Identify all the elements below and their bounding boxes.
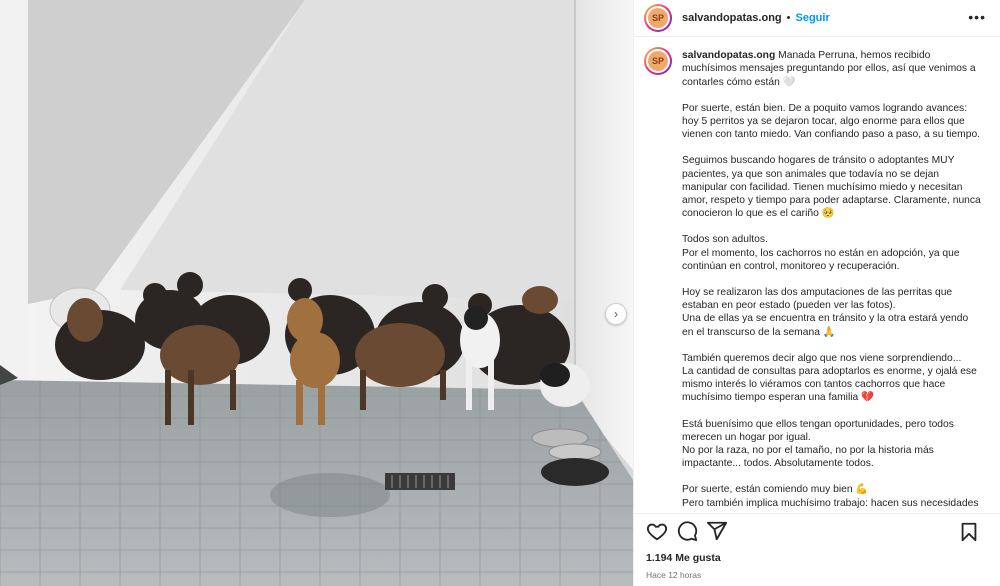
chevron-right-icon: › (614, 307, 618, 321)
next-photo-button[interactable]: › (605, 303, 627, 325)
caption-paragraph: salvandopatas.ong Manada Perruna, hemos … (682, 49, 982, 89)
instagram-post: › SP salvandopatas.ong • Seguir ••• SP s… (0, 0, 1000, 586)
bookmark-icon[interactable] (958, 521, 980, 543)
post-side-panel: SP salvandopatas.ong • Seguir ••• SP sal… (633, 0, 1000, 586)
caption-paragraph: Está buenísimo que ellos tengan oportuni… (682, 418, 954, 470)
caption-paragraph: Por suerte, están comiendo muy bien 💪 Pe… (682, 484, 979, 509)
caption-avatar-image: SP (648, 51, 668, 72)
post-timestamp[interactable]: Hace 12 horas (634, 564, 1000, 586)
caption-avatar[interactable]: SP (644, 47, 672, 76)
header-username[interactable]: salvandopatas.ong (682, 12, 782, 24)
caption-paragraph: Todos son adultos. Por el momento, los c… (682, 234, 960, 272)
likes-count[interactable]: 1.194 Me gusta (634, 548, 1000, 564)
caption-area: SP salvandopatas.ong Manada Perruna, hem… (634, 37, 1000, 513)
dogs-photo (0, 0, 633, 586)
avatar-image: SP (648, 8, 668, 29)
caption-paragraph: Hoy se realizaron las dos amputaciones d… (682, 287, 969, 338)
caption-paragraph: También queremos decir algo que nos vien… (682, 352, 977, 404)
caption-paragraph: Seguimos buscando hogares de tránsito o … (682, 155, 981, 220)
avatar[interactable]: SP (644, 4, 672, 33)
share-icon[interactable] (706, 520, 728, 542)
more-options-icon[interactable]: ••• (968, 10, 986, 24)
comment-icon[interactable] (676, 520, 698, 542)
action-bar (634, 512, 1000, 548)
caption-paragraph: Por suerte, están bien. De a poquito vam… (682, 102, 981, 141)
caption-username[interactable]: salvandopatas.ong (682, 50, 775, 61)
separator-dot: • (786, 12, 791, 25)
post-header: SP salvandopatas.ong • Seguir ••• (634, 0, 1000, 38)
follow-button[interactable]: Seguir (796, 12, 830, 24)
caption-text: salvandopatas.ong Manada Perruna, hemos … (682, 49, 982, 513)
post-photo[interactable]: › (0, 0, 633, 586)
heart-icon[interactable] (646, 520, 668, 542)
